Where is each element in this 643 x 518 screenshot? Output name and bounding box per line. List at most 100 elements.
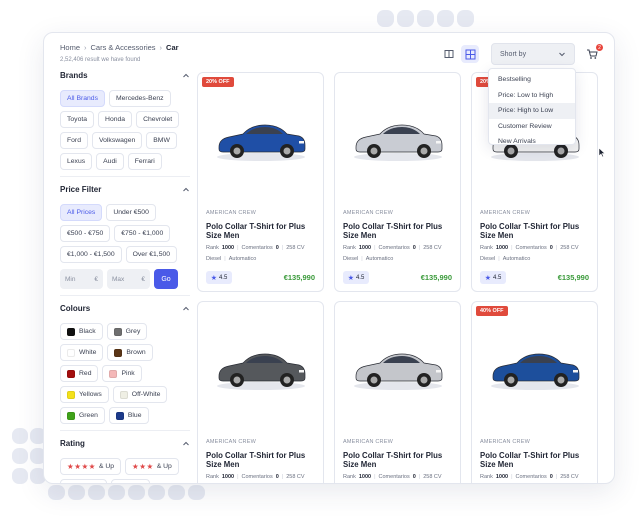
brand-chip[interactable]: Ferrari [127,153,162,170]
colour-chip[interactable]: Grey [106,323,148,340]
price-range: Min € Max € Go [60,269,190,289]
price-chip[interactable]: Over €1,500 [125,246,178,263]
brand-chip[interactable]: Lexus [60,153,93,170]
spec-divider: | [237,474,239,480]
product-card[interactable]: 40% OFF AMERICAN CREW Polo Collar T-Shirt … [471,301,598,483]
product-price: €135,990 [283,273,315,282]
price-section: Price Filter All Prices Under €500 €500 … [60,185,190,289]
brand-chip[interactable]: All Brands [60,90,105,107]
chevron-up-icon[interactable] [182,72,190,80]
rating-stars-icon: ★★★ [132,462,154,471]
price-chip[interactable]: All Prices [60,204,103,221]
rating-chip[interactable]: ★★★ & Up [125,458,179,475]
filter-sidebar: Brands All Brands Mercedes-Benz Toyota H… [60,71,190,484]
brand-chip[interactable]: Honda [98,111,133,128]
colour-label: Grey [125,328,141,335]
car-image [490,353,579,390]
breadcrumb-separator: › [84,43,87,52]
colour-chip[interactable]: Red [60,365,99,382]
list-view-button[interactable] [440,45,458,63]
colour-chip[interactable]: Off-White [112,386,168,403]
rating-stars-icon: ★ [118,483,125,484]
colour-label: Blue [127,412,142,419]
product-specs: Rank 1000 | Comentarios 0 | 258 CV [206,474,305,480]
product-name[interactable]: Polo Collar T-Shirt for Plus Size Men [480,451,590,469]
colour-swatch [113,327,122,336]
product-name[interactable]: Polo Collar T-Shirt for Plus Size Men [206,222,316,240]
colour-chip[interactable]: Pink [102,365,142,382]
comments-value: 0 [275,474,279,480]
product-specs-2: Diesel | Automatico [480,256,530,262]
price-chip[interactable]: €500 - €750 [60,225,111,242]
spec-divider: | [281,245,284,251]
rating-chip[interactable]: ★★★★ & Up [60,458,122,475]
colour-swatch [119,390,128,399]
max-price-input[interactable]: Max € [107,269,150,289]
product-name[interactable]: Polo Collar T-Shirt for Plus Size Men [343,222,453,240]
rank-value: 1000 [358,474,372,480]
breadcrumb-home[interactable]: Home [60,43,80,52]
colour-chip[interactable]: Brown [107,344,153,361]
brands-list: All Brands Mercedes-Benz Toyota Honda Ch… [60,90,180,170]
brand-chip[interactable]: Chevrolet [136,111,180,128]
brand-chip[interactable]: BMW [146,132,177,149]
grid-view-button[interactable] [461,45,479,63]
power-value: 258 CV [423,474,442,480]
price-chip[interactable]: Under €500 [106,204,156,221]
price-title: Price Filter [60,185,102,194]
brand-chip[interactable]: Toyota [60,111,95,128]
sort-option[interactable]: Price: Low to High [489,88,575,104]
colours-title: Colours [60,304,91,313]
car-image [353,124,442,161]
product-name[interactable]: Polo Collar T-Shirt for Plus Size Men [480,222,590,240]
chevron-up-icon[interactable] [182,305,190,313]
mouse-cursor-icon [598,147,606,158]
sort-option[interactable]: Bestselling [489,72,575,88]
brand-chip[interactable]: Volkswagen [91,132,143,149]
product-price: €135,990 [420,273,452,282]
product-card[interactable]: 20% OFF AMERICAN CREW Polo Collar T-Shirt … [197,72,324,292]
colour-chip[interactable]: Green [60,407,105,424]
product-card[interactable]: AMERICAN CREW Polo Collar T-Shirt for Plu… [197,301,324,483]
deco-square [188,485,205,500]
colour-chip[interactable]: Yellows [60,386,109,403]
comments-label: Comentarios [241,474,273,480]
deco-square [12,468,28,484]
price-chip[interactable]: €1,000 - €1,500 [60,246,122,263]
cart-button[interactable]: 2 [586,44,603,61]
chevron-up-icon[interactable] [182,440,190,448]
colour-chip[interactable]: Black [60,323,103,340]
price-chip[interactable]: €750 - €1,000 [114,225,171,242]
rating-chip[interactable]: ★★& Up [60,479,107,484]
colour-swatch [67,327,75,336]
product-card[interactable]: AMERICAN CREW Polo Collar T-Shirt for Plu… [334,72,461,292]
brand-chip[interactable]: Audi [96,153,124,170]
product-image [335,302,460,432]
deco-square [397,10,414,27]
sort-option[interactable]: Customer Review [489,119,575,135]
sort-select[interactable]: Short by [491,43,575,65]
brands-section: Brands All Brands Mercedes-Benz Toyota H… [60,71,190,170]
colour-chip[interactable]: White [60,344,104,361]
sort-option[interactable]: New Arrivals [489,134,575,150]
top-bar: Home › Cars & Accessories › Car 2,52,406… [44,33,614,73]
product-specs: Rank 1000 | Comentarios 0 | 258 CV [480,474,579,480]
product-card[interactable]: AMERICAN CREW Polo Collar T-Shirt for Plu… [334,301,461,483]
product-image [335,73,460,203]
sort-option[interactable]: Price: High to Low [489,103,575,119]
brand-chip[interactable]: Mercedes-Benz [108,90,171,107]
spec-divider: | [498,256,500,262]
rating-stars-icon: ★★ [67,483,81,484]
product-specs: Rank 1000 | Comentarios 0 | 258 CV [343,474,442,480]
chevron-up-icon[interactable] [182,186,190,194]
colour-chip[interactable]: Blue [108,407,149,424]
go-button[interactable]: Go [154,269,178,289]
brand-chip[interactable]: Ford [60,132,88,149]
product-name[interactable]: Polo Collar T-Shirt for Plus Size Men [343,451,453,469]
product-name[interactable]: Polo Collar T-Shirt for Plus Size Men [206,451,316,469]
rank-label: Rank [480,245,493,251]
min-price-input[interactable]: Min € [60,269,103,289]
car-image [353,353,442,390]
rating-chip[interactable]: ★& Up [110,479,150,484]
breadcrumb-cars-accessories[interactable]: Cars & Accessories [91,43,156,52]
